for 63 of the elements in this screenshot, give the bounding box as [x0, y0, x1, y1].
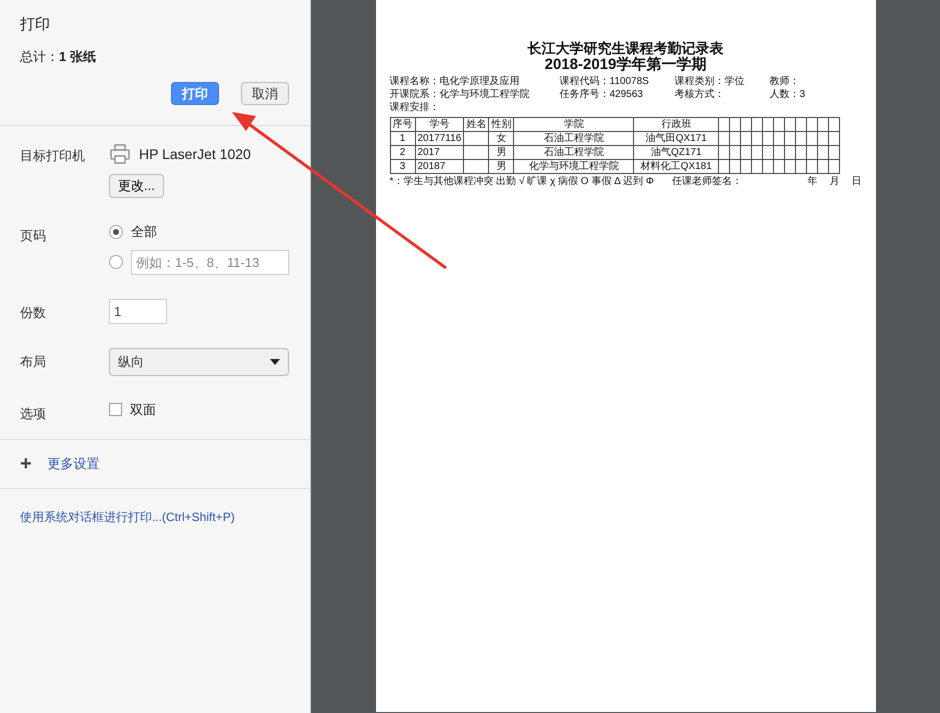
- course-info: 课程代码：110078S: [560, 75, 650, 88]
- plus-icon[interactable]: +: [20, 454, 32, 474]
- column-header: 学院: [514, 118, 634, 132]
- document-title: 长江大学研究生课程考勤记录表: [526, 40, 724, 56]
- table-cell: 化学与环境工程学院: [514, 160, 634, 174]
- course-info: 人数：3: [770, 88, 806, 101]
- teacher-signature: 任课老师签名：: [672, 175, 742, 188]
- course-info: 开课院系：化学与环境工程学院: [390, 88, 530, 101]
- table-cell: 20187: [415, 160, 464, 174]
- printer-icon: [109, 143, 131, 165]
- radio-button[interactable]: [109, 255, 123, 269]
- table-cell: 石油工程学院: [514, 146, 634, 160]
- course-info: 考核方式：: [674, 88, 726, 101]
- table-cell: 3: [390, 160, 415, 174]
- more-settings-link[interactable]: 更多设置: [48, 454, 100, 474]
- printer-name: HP LaserJet 1020: [139, 144, 251, 164]
- course-info: 教师：: [770, 75, 800, 88]
- table-cell: 20177116: [415, 132, 464, 146]
- layout-dropdown[interactable]: 纵向: [109, 348, 289, 376]
- date-label: 月: [830, 175, 840, 188]
- table-cell: 女: [488, 132, 514, 146]
- column-header: 姓名: [464, 118, 489, 132]
- column-header: 性别: [488, 118, 514, 132]
- document-subtitle: 2018-2019学年第一学期: [544, 56, 708, 73]
- column-header: 学号: [415, 118, 464, 132]
- attendance-legend: *：学生与其他课程冲突 出勤 √ 旷课 χ 病假 O 事假 Δ 迟到 Φ: [390, 175, 654, 188]
- setting-label: 页码: [20, 227, 47, 245]
- copies-field[interactable]: 1: [109, 298, 167, 324]
- checkbox-label: 双面: [130, 400, 156, 418]
- course-info: 课程名称：电化学原理及应用: [390, 75, 520, 88]
- table-cell: 油气田QX171: [634, 132, 719, 146]
- course-info: 任务序号：429563: [560, 88, 644, 101]
- date-label: 年: [808, 175, 818, 188]
- table-cell: [464, 160, 489, 174]
- setting-label: 选项: [20, 404, 47, 422]
- column-header: 序号: [390, 118, 415, 132]
- table-cell: 1: [390, 132, 415, 146]
- table-cell: 男: [488, 146, 514, 160]
- setting-label: 布局: [20, 352, 47, 370]
- system-dialog-link[interactable]: 使用系统对话框进行打印...(Ctrl+Shift+P): [20, 510, 235, 524]
- table-cell: 2: [390, 146, 415, 160]
- checkbox[interactable]: [109, 402, 122, 416]
- page-range-field[interactable]: 例如：1-5、8、11-13: [131, 250, 289, 274]
- course-info: 课程安排：: [390, 101, 440, 114]
- column-header: 行政班: [634, 118, 719, 132]
- dialog-title: 打印: [20, 15, 51, 35]
- table-cell: 2017: [415, 146, 464, 160]
- table-cell: 材料化工QX181: [634, 160, 719, 174]
- table-cell: 油气QZ171: [634, 146, 719, 160]
- setting-label: 份数: [20, 304, 47, 322]
- date-label: 日: [852, 175, 862, 188]
- radio-button[interactable]: [109, 224, 123, 239]
- course-info: 课程类别：学位: [674, 75, 746, 88]
- table-cell: 石油工程学院: [514, 132, 634, 146]
- table-cell: 男: [488, 160, 514, 174]
- table-cell: [464, 132, 489, 146]
- radio-label: 全部: [131, 223, 157, 241]
- cancel-button[interactable]: 取消: [241, 82, 289, 105]
- sheet-total: 总计：1 张纸: [20, 48, 97, 66]
- caret-icon: [270, 358, 280, 364]
- setting-label: 目标打印机: [20, 147, 86, 165]
- change-button[interactable]: 更改...: [109, 174, 164, 198]
- table-cell: [464, 146, 489, 160]
